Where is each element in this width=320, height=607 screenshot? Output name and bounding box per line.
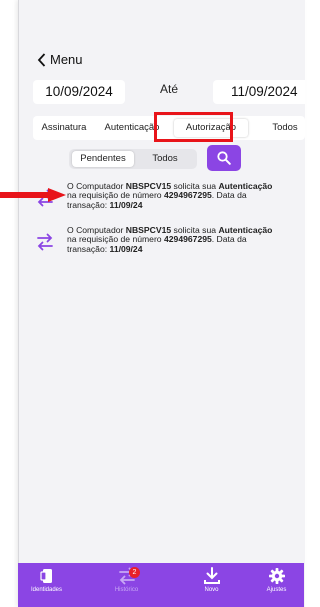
tabbar-ajustes-label: Ajustes [266, 587, 287, 593]
download-icon [203, 567, 220, 584]
red-arrow-annotation [0, 188, 66, 202]
tab-assinatura[interactable]: Assinatura [37, 116, 91, 140]
tabbar-historico-label: Histórico [114, 587, 139, 593]
date-from-field[interactable]: 10/09/2024 [33, 80, 125, 104]
date-filter: 10/09/2024 Até 11/09/2024 [33, 80, 305, 104]
date-separator: Até [160, 82, 179, 96]
segment-todos[interactable]: Todos [137, 151, 193, 167]
bottom-tab-bar: Identidades 2 Histórico Novo Ajustes [18, 563, 304, 607]
phone-screen: Menu 10/09/2024 Até 11/09/2024 Assinatur… [18, 0, 305, 607]
request-text: O Computador NBSPCV15 solicita sua Auten… [67, 225, 273, 254]
chevron-left-icon [37, 52, 46, 67]
status-bar [19, 0, 305, 40]
search-button[interactable] [207, 145, 241, 171]
transfer-arrows-icon [37, 233, 53, 251]
date-to-field[interactable]: 11/09/2024 [213, 80, 305, 104]
segment-pendentes[interactable]: Pendentes [72, 151, 134, 167]
tabbar-novo[interactable]: Novo [183, 567, 240, 593]
tabbar-historico[interactable]: 2 Histórico [98, 567, 155, 593]
historico-badge: 2 [129, 567, 140, 578]
back-label: Menu [50, 52, 83, 67]
tabbar-identidades-label: Identidades [30, 587, 63, 593]
tabbar-novo-label: Novo [204, 587, 219, 593]
phone-icon [39, 569, 52, 583]
back-button[interactable]: Menu [37, 52, 83, 67]
gear-icon [268, 568, 285, 584]
tabbar-identidades[interactable]: Identidades [18, 567, 75, 593]
search-icon [217, 151, 231, 165]
status-segment: Pendentes Todos [69, 149, 197, 169]
tabbar-ajustes[interactable]: Ajustes [248, 567, 305, 593]
highlight-box [154, 112, 233, 142]
request-text: O Computador NBSPCV15 solicita sua Auten… [67, 181, 273, 210]
tab-todos[interactable]: Todos [263, 116, 305, 140]
